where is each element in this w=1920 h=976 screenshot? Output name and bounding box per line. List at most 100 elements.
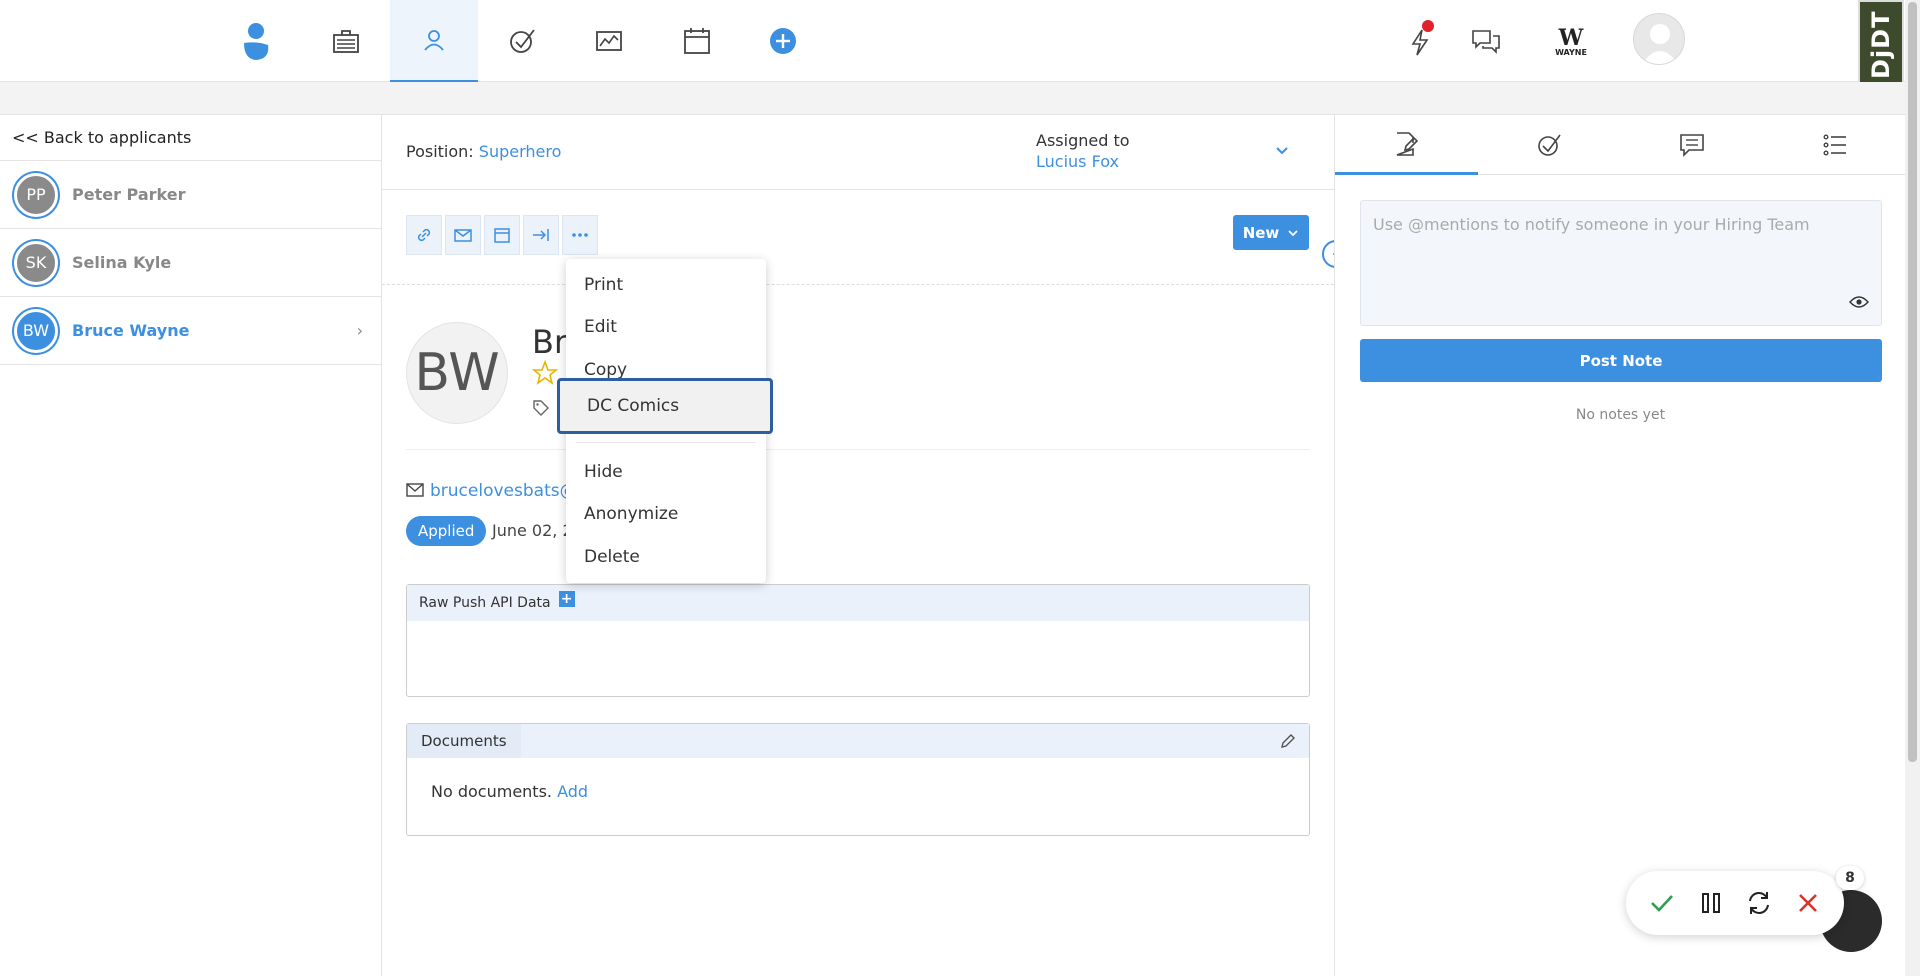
tab-notes[interactable] <box>1335 115 1478 175</box>
menu-item-delete[interactable]: Delete <box>566 537 766 577</box>
close-button[interactable] <box>1788 883 1828 923</box>
assigned-to: Assigned to Lucius Fox <box>1036 130 1130 172</box>
note-placeholder: Use @mentions to notify someone in your … <box>1373 215 1810 234</box>
divider <box>406 449 1310 450</box>
scrollbar-thumb[interactable] <box>1908 2 1917 762</box>
tab-tasks[interactable] <box>1478 115 1621 175</box>
more-actions-menu: Print Edit Copy DC Comics Hide Anonymize… <box>557 259 773 583</box>
menu-item-dc-comics[interactable]: DC Comics <box>557 378 773 434</box>
position-link[interactable]: Superhero <box>479 142 562 161</box>
applicant-name: Peter Parker <box>72 185 186 204</box>
wayne-logo: W WAYNE <box>1555 25 1587 57</box>
check-icon <box>1538 134 1561 156</box>
calendar-icon[interactable] <box>653 0 741 82</box>
mail-icon <box>406 483 424 497</box>
applicant-name: Bruce Wayne <box>72 321 190 340</box>
user-avatar[interactable] <box>1633 13 1685 65</box>
expand-plus-button[interactable]: + <box>558 591 575 607</box>
candidate-detail: Position: Superhero Assigned to Lucius F… <box>382 115 1334 976</box>
applicant-item[interactable]: SK Selina Kyle <box>0 229 381 297</box>
floating-action-bar <box>1626 871 1844 935</box>
status-label: New <box>1242 223 1280 242</box>
briefcase-icon[interactable] <box>302 0 390 82</box>
person-logo-icon[interactable] <box>212 0 300 82</box>
candidate-avatar: BW <box>406 322 508 424</box>
raw-push-header: Raw Push API Data + <box>407 585 1309 621</box>
avatar: PP <box>14 172 58 217</box>
notes-tabs <box>1335 115 1906 175</box>
tag-icon <box>533 400 549 416</box>
avatar: SK <box>14 240 58 285</box>
applicant-item[interactable]: PP Peter Parker <box>0 161 381 229</box>
candidate-email[interactable]: brucelovesbats@ <box>430 481 577 501</box>
documents-empty-text: No documents. <box>431 782 552 801</box>
applicant-item-active[interactable]: BW Bruce Wayne › <box>0 297 381 365</box>
menu-item-print[interactable]: Print <box>566 265 766 305</box>
raw-push-title: Raw Push API Data <box>419 595 551 611</box>
documents-title: Documents <box>407 724 521 758</box>
applicant-name: Selina Kyle <box>72 253 172 272</box>
link-icon[interactable] <box>406 215 442 255</box>
documents-panel: Documents No documents. Add <box>406 723 1310 836</box>
stage-badge: Applied <box>406 516 487 546</box>
star-icon[interactable] <box>532 360 558 386</box>
documents-header: Documents <box>407 724 1309 758</box>
eye-icon[interactable] <box>1849 295 1869 309</box>
list-icon <box>1823 134 1846 156</box>
checkmark-icon <box>1651 895 1674 912</box>
applicants-sidebar: << Back to applicants PP Peter Parker SK… <box>0 115 382 976</box>
note-icon <box>1397 131 1419 156</box>
comment-icon <box>1680 134 1704 157</box>
assigned-user[interactable]: Lucius Fox <box>1036 151 1130 172</box>
pause-button[interactable] <box>1691 883 1731 923</box>
chevron-down-icon <box>1288 229 1298 236</box>
no-notes-text: No notes yet <box>1575 407 1666 423</box>
pencil-icon[interactable] <box>1279 732 1297 750</box>
calendar-icon[interactable] <box>484 215 520 255</box>
plus-circle-icon[interactable] <box>739 0 827 82</box>
candidate-toolbar <box>406 215 598 255</box>
chevron-down-icon[interactable] <box>1272 140 1292 160</box>
add-document-link[interactable]: Add <box>557 782 588 801</box>
assigned-label: Assigned to <box>1036 131 1130 150</box>
top-navbar: W WAYNE <box>0 0 1905 82</box>
more-icon[interactable] <box>562 215 598 255</box>
lightning-icon[interactable] <box>1398 20 1442 64</box>
divider <box>382 284 1334 285</box>
email-icon[interactable] <box>445 215 481 255</box>
applied-date: June 02, 2 <box>492 521 573 540</box>
note-input[interactable]: Use @mentions to notify someone in your … <box>1360 200 1882 326</box>
post-note-button[interactable]: Post Note <box>1360 339 1882 382</box>
notification-dot <box>1422 20 1434 32</box>
raw-push-api-panel: Raw Push API Data + <box>406 584 1310 697</box>
move-icon[interactable] <box>523 215 559 255</box>
djdt-toolbar-handle[interactable]: DjDT <box>1858 0 1904 90</box>
position-bar: Position: Superhero Assigned to Lucius F… <box>382 115 1334 190</box>
notification-count-badge: 8 <box>1836 866 1864 890</box>
notes-panel: Use @mentions to notify someone in your … <box>1334 115 1906 976</box>
confirm-button[interactable] <box>1642 883 1682 923</box>
tab-activity[interactable] <box>1763 115 1906 175</box>
page-scrollbar[interactable] <box>1905 0 1920 976</box>
chart-icon[interactable] <box>565 0 653 82</box>
candidate-name: Br <box>532 323 568 361</box>
menu-item-hide[interactable]: Hide <box>566 452 766 492</box>
pause-icon <box>1701 893 1720 913</box>
refresh-button[interactable] <box>1739 883 1779 923</box>
menu-item-anonymize[interactable]: Anonymize <box>566 494 766 534</box>
position-label: Position: Superhero <box>406 142 562 161</box>
back-to-applicants-link[interactable]: << Back to applicants <box>0 115 381 161</box>
tab-comments[interactable] <box>1621 115 1764 175</box>
chevron-right-icon: › <box>356 321 363 340</box>
documents-empty: No documents. Add <box>431 782 588 801</box>
user-icon[interactable] <box>390 0 478 82</box>
close-icon <box>1798 894 1817 912</box>
refresh-icon <box>1749 892 1770 914</box>
sub-header-bar <box>0 82 1905 115</box>
chat-icon[interactable] <box>1464 20 1508 64</box>
menu-separator <box>576 442 756 443</box>
status-dropdown-button[interactable]: New <box>1233 215 1309 250</box>
check-icon[interactable] <box>478 0 566 82</box>
menu-item-edit[interactable]: Edit <box>566 307 766 347</box>
avatar: BW <box>14 308 58 353</box>
